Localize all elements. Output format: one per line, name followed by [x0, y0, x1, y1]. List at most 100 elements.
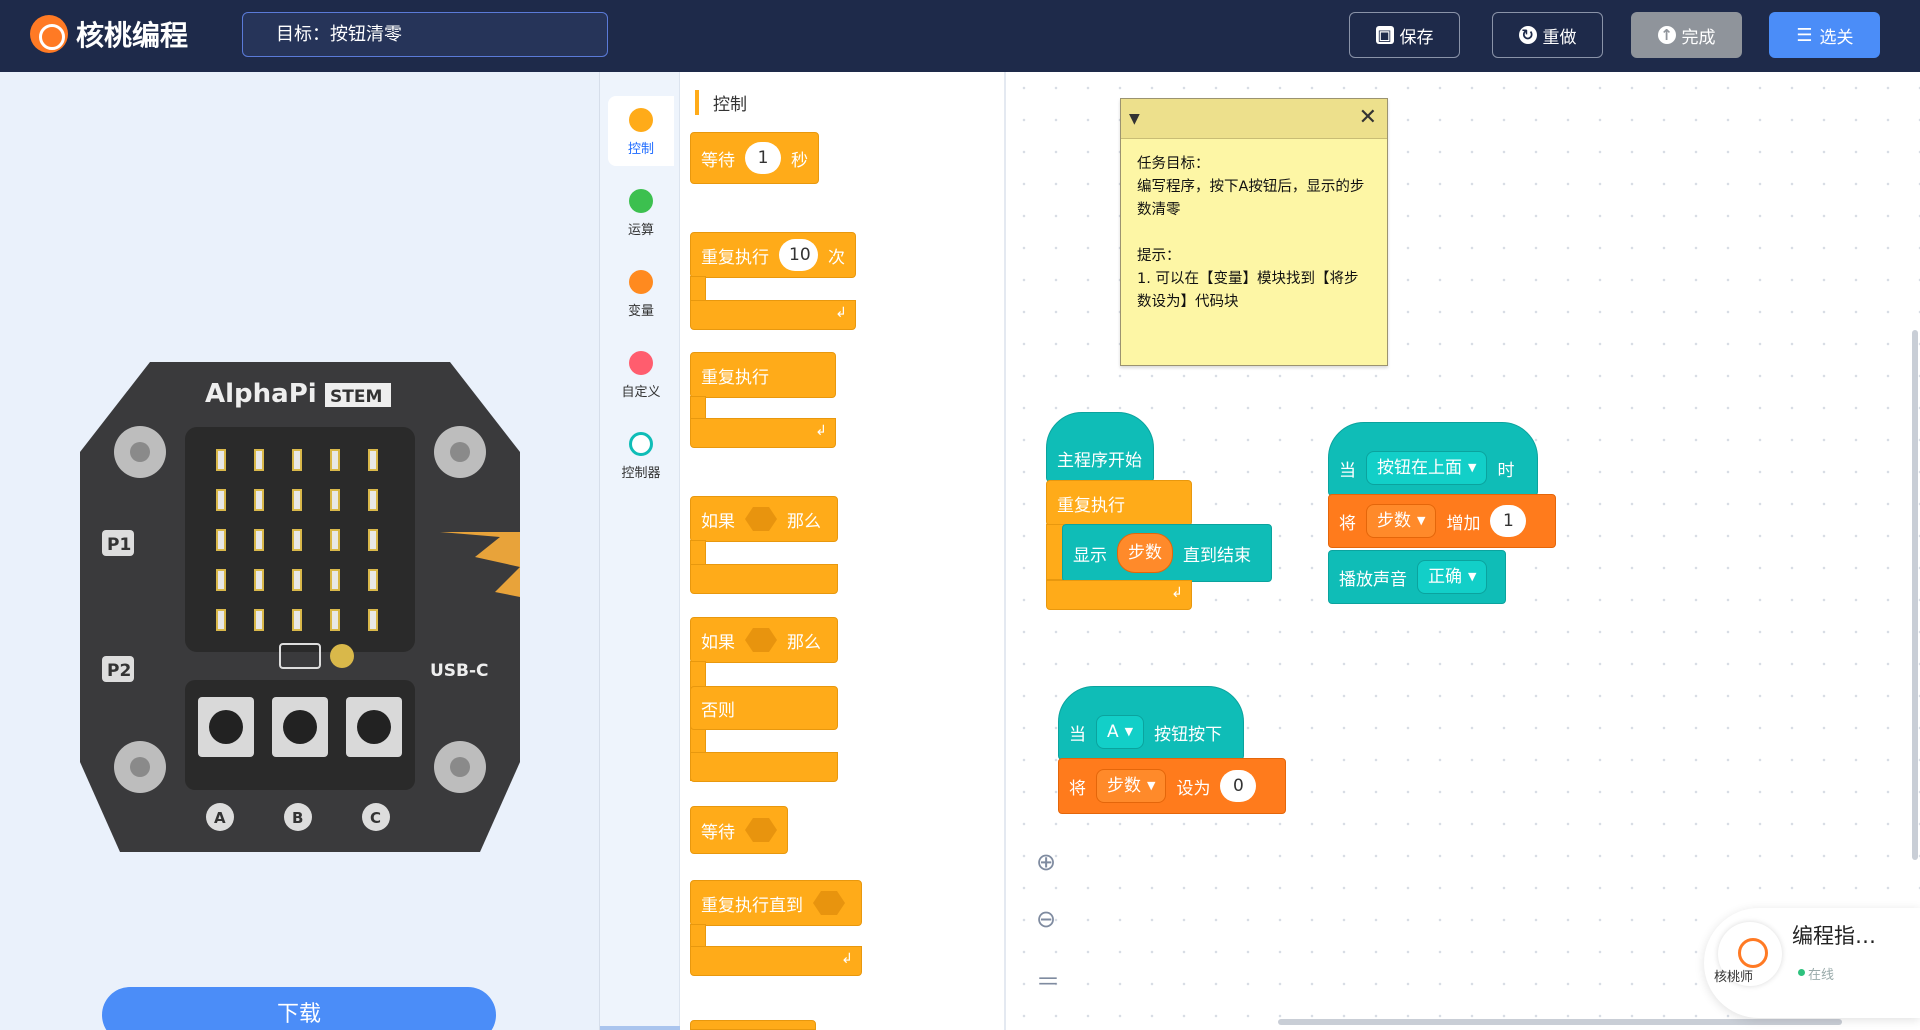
assistant-widget[interactable]: 核桃师 编程指… 在线: [1704, 908, 1920, 1018]
block-text: 如果: [701, 511, 735, 532]
levels-label: 选关: [1819, 27, 1854, 48]
collapse-icon[interactable]: ▼: [1129, 111, 1140, 127]
repeat-times-block[interactable]: 重复执行 10 次: [690, 232, 856, 278]
redo-button[interactable]: ↻ 重做: [1492, 12, 1603, 58]
block-text: 重复执行: [701, 247, 769, 268]
forever-loop-block[interactable]: 重复执行: [1046, 480, 1192, 526]
caret-down-icon: ▼: [1124, 725, 1134, 738]
block-text: 否则: [701, 700, 735, 721]
partial-block[interactable]: [690, 1020, 816, 1030]
dropdown-value: A: [1107, 722, 1119, 742]
wait-until-block[interactable]: 等待: [690, 806, 788, 854]
wait-seconds-block[interactable]: 等待 1 秒: [690, 132, 819, 184]
c-foot: ↲: [690, 946, 862, 976]
category-label: 运算: [627, 223, 654, 238]
board-badge: STEM: [330, 387, 382, 407]
category-scrollbar[interactable]: [600, 1026, 680, 1030]
block-text: 直到结束: [1183, 545, 1251, 566]
walnut-logo-icon: [30, 15, 68, 53]
if-then-block[interactable]: 如果 那么: [690, 496, 838, 542]
online-dot-icon: [1798, 969, 1805, 976]
operators-dot-icon: [629, 189, 653, 213]
caret-down-icon: ▼: [1147, 779, 1156, 792]
when-a-pressed-hat[interactable]: 当 A ▼ 按钮按下: [1058, 686, 1244, 760]
set-variable-block[interactable]: 将 步数 ▼ 设为 0: [1058, 758, 1286, 814]
c-foot: ↲: [1046, 580, 1192, 610]
robot-icon: [629, 432, 653, 456]
variable-dropdown[interactable]: 步数 ▼: [1366, 504, 1437, 538]
condition-slot[interactable]: [813, 891, 845, 915]
device-stage: AlphaPi STEM P1 P2 USB-C A B C 下载: [0, 72, 600, 1030]
done-button[interactable]: ↑ 完成: [1631, 12, 1742, 58]
dropdown-value: 正确: [1428, 567, 1462, 587]
board-button-a: A: [214, 809, 226, 827]
assistant-sub: 核桃师: [1714, 970, 1754, 985]
redo-icon: ↻: [1518, 26, 1537, 44]
category-label: 变量: [627, 304, 654, 319]
repeat-until-block[interactable]: 重复执行直到: [690, 880, 862, 926]
condition-slot[interactable]: [745, 818, 777, 842]
palette-title: 控制: [695, 90, 747, 115]
board-button-c: C: [370, 809, 381, 827]
button-dropdown[interactable]: A ▼: [1096, 715, 1145, 749]
category-operators[interactable]: 运算: [608, 177, 674, 247]
close-icon[interactable]: ✕: [1359, 105, 1377, 130]
if-else-block[interactable]: 如果 那么: [690, 617, 838, 663]
download-button[interactable]: 下载: [102, 987, 496, 1030]
list-icon: ☰: [1796, 24, 1813, 46]
block-text: 当: [1069, 724, 1086, 745]
vertical-scrollbar[interactable]: [1912, 330, 1918, 860]
block-text: 设为: [1176, 778, 1211, 799]
note-header: ▼ ✕: [1121, 99, 1387, 139]
alphapi-board: AlphaPi STEM P1 P2 USB-C A B C: [80, 362, 520, 852]
dropdown-value: 步数: [1377, 511, 1411, 531]
sound-dropdown[interactable]: 正确 ▼: [1417, 560, 1488, 594]
floppy-icon: ▣: [1375, 26, 1394, 44]
block-text: 等待: [701, 150, 735, 171]
block-text: 时: [1497, 460, 1515, 481]
when-button-hat[interactable]: 当 按钮在上面 ▼ 时: [1328, 422, 1538, 496]
horizontal-scrollbar[interactable]: [1278, 1019, 1842, 1025]
category-controller[interactable]: 控制器: [608, 420, 674, 490]
block-text: 播放声音: [1339, 569, 1407, 590]
change-variable-block[interactable]: 将 步数 ▼ 增加 1: [1328, 494, 1556, 548]
repeat-value[interactable]: 10: [779, 239, 818, 271]
save-button[interactable]: ▣ 保存: [1349, 12, 1460, 58]
upload-icon: ↑: [1657, 26, 1676, 44]
condition-dropdown[interactable]: 按钮在上面 ▼: [1366, 451, 1488, 485]
c-foot: [690, 752, 838, 782]
set-value[interactable]: 0: [1220, 770, 1257, 802]
usb-label: USB-C: [430, 661, 489, 681]
block-text: 重复执行: [1057, 495, 1125, 516]
block-text: 显示: [1073, 545, 1107, 566]
main-start-hat[interactable]: 主程序开始: [1046, 412, 1154, 482]
save-label: 保存: [1399, 27, 1434, 48]
level-select-button[interactable]: ☰ 选关: [1769, 12, 1880, 58]
variable-dropdown[interactable]: 步数 ▼: [1096, 769, 1167, 803]
wait-value[interactable]: 1: [745, 142, 781, 174]
category-variables[interactable]: 变量: [608, 258, 674, 328]
condition-slot[interactable]: [745, 507, 777, 531]
block-text: 将: [1069, 778, 1086, 799]
increment-value[interactable]: 1: [1490, 505, 1527, 537]
show-until-block[interactable]: 显示 步数 直到结束: [1062, 524, 1272, 582]
task-note[interactable]: ▼ ✕ 任务目标： 编写程序，按下A按钮后，显示的步数清零 提示： 1. 可以在…: [1120, 98, 1388, 366]
board-brand: AlphaPi: [205, 379, 317, 409]
category-control[interactable]: 控制: [608, 96, 674, 166]
goal-field: 目标：按钮清零: [242, 12, 608, 57]
forever-block[interactable]: 重复执行: [690, 352, 836, 398]
caret-down-icon: ▼: [1417, 514, 1426, 527]
reset-zoom-icon[interactable]: ＝: [1036, 962, 1060, 997]
play-sound-block[interactable]: 播放声音 正确 ▼: [1328, 550, 1506, 604]
c-foot: ↲: [690, 300, 856, 330]
block-text: 秒: [791, 150, 808, 171]
app-logo[interactable]: 核桃编程: [30, 14, 188, 54]
condition-slot[interactable]: [745, 628, 777, 652]
zoom-out-icon[interactable]: ⊖: [1036, 905, 1056, 933]
block-text: 按钮按下: [1154, 724, 1223, 745]
block-text: 增加: [1446, 513, 1481, 534]
category-custom[interactable]: 自定义: [608, 339, 674, 409]
zoom-in-icon[interactable]: ⊕: [1036, 848, 1056, 876]
variable-reporter[interactable]: 步数: [1117, 533, 1173, 573]
control-dot-icon: [629, 108, 653, 132]
